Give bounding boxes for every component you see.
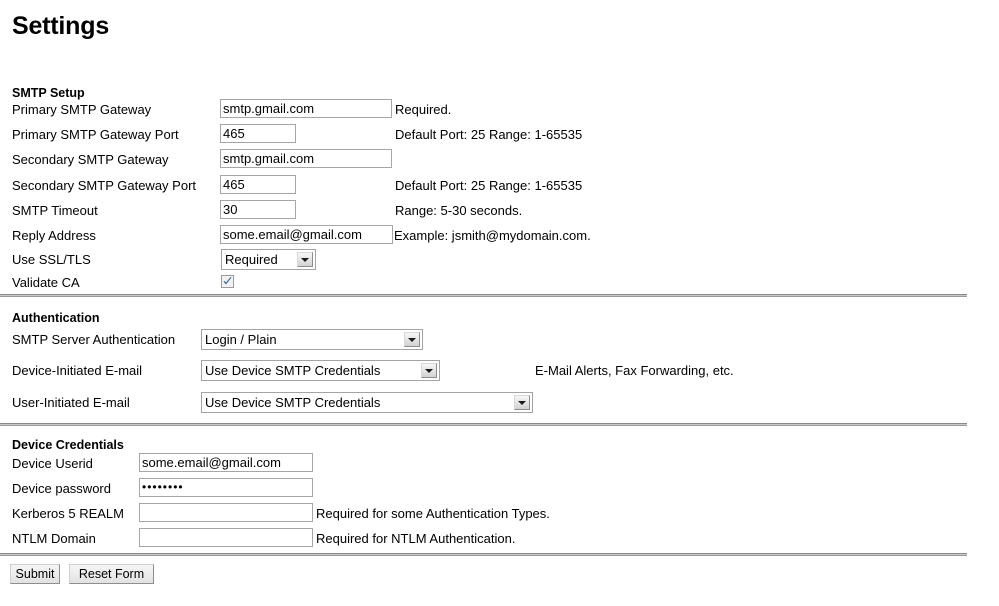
input-device-userid[interactable] <box>139 453 313 472</box>
hint-reply-address: Example: jsmith@mydomain.com. <box>394 228 591 243</box>
settings-page: Settings SMTP Setup Primary SMTP Gateway… <box>0 0 999 606</box>
label-reply-address: Reply Address <box>12 228 96 243</box>
label-primary-smtp-gateway-port: Primary SMTP Gateway Port <box>12 127 179 142</box>
chevron-down-icon[interactable] <box>404 332 420 347</box>
select-smtp-server-authentication[interactable]: Login / Plain <box>201 329 423 350</box>
label-user-initiated-email: User-Initiated E-mail <box>12 395 130 410</box>
label-use-ssl-tls: Use SSL/TLS <box>12 252 91 267</box>
label-secondary-smtp-gateway: Secondary SMTP Gateway <box>12 152 169 167</box>
select-device-initiated-email[interactable]: Use Device SMTP Credentials <box>201 360 440 381</box>
label-secondary-smtp-gateway-port: Secondary SMTP Gateway Port <box>12 178 197 193</box>
hint-device-initiated-email: E-Mail Alerts, Fax Forwarding, etc. <box>535 363 734 378</box>
input-smtp-timeout[interactable] <box>220 200 296 219</box>
label-device-initiated-email: Device-Initiated E-mail <box>12 363 143 378</box>
hint-primary-smtp-gateway-port: Default Port: 25 Range: 1-65535 <box>395 127 583 142</box>
section-heading-device-credentials: Device Credentials <box>12 438 124 452</box>
hint-kerberos-5-realm: Required for some Authentication Types. <box>316 506 550 521</box>
submit-button[interactable]: Submit <box>10 564 60 584</box>
input-ntlm-domain[interactable] <box>139 528 313 547</box>
select-device-initiated-email-value: Use Device SMTP Credentials <box>205 363 381 378</box>
divider-smtp-authentication <box>0 294 967 297</box>
chevron-down-icon[interactable] <box>297 252 313 267</box>
section-heading-authentication: Authentication <box>12 311 100 325</box>
divider-form-actions <box>0 553 967 556</box>
select-user-initiated-email-value: Use Device SMTP Credentials <box>205 395 381 410</box>
label-device-userid: Device Userid <box>12 456 93 471</box>
section-heading-smtp-setup: SMTP Setup <box>12 86 85 100</box>
checkbox-validate-ca[interactable] <box>221 275 234 288</box>
input-kerberos-5-realm[interactable] <box>139 503 313 522</box>
label-kerberos-5-realm: Kerberos 5 REALM <box>12 506 124 521</box>
input-primary-smtp-gateway[interactable] <box>220 99 392 118</box>
check-icon <box>223 277 232 285</box>
chevron-down-icon[interactable] <box>421 363 437 378</box>
label-smtp-timeout: SMTP Timeout <box>12 203 98 218</box>
input-secondary-smtp-gateway[interactable] <box>220 149 392 168</box>
select-use-ssl-tls[interactable]: Required <box>221 249 316 270</box>
input-primary-smtp-gateway-port[interactable] <box>220 124 296 143</box>
input-device-password[interactable]: •••••••• <box>139 478 313 497</box>
label-ntlm-domain: NTLM Domain <box>12 531 96 546</box>
select-user-initiated-email[interactable]: Use Device SMTP Credentials <box>201 392 533 413</box>
reset-form-button[interactable]: Reset Form <box>69 564 154 584</box>
select-smtp-server-authentication-value: Login / Plain <box>205 332 277 347</box>
hint-smtp-timeout: Range: 5-30 seconds. <box>395 203 523 218</box>
label-device-password: Device password <box>12 481 111 496</box>
label-validate-ca: Validate CA <box>12 275 80 290</box>
chevron-down-icon[interactable] <box>514 395 530 410</box>
page-title: Settings <box>12 12 110 40</box>
input-secondary-smtp-gateway-port[interactable] <box>220 175 296 194</box>
select-use-ssl-tls-value: Required <box>225 252 278 267</box>
divider-authentication-credentials <box>0 423 967 426</box>
label-primary-smtp-gateway: Primary SMTP Gateway <box>12 102 152 117</box>
label-smtp-server-authentication: SMTP Server Authentication <box>12 332 176 347</box>
input-reply-address[interactable] <box>220 225 393 244</box>
hint-secondary-smtp-gateway-port: Default Port: 25 Range: 1-65535 <box>395 178 583 193</box>
hint-primary-smtp-gateway: Required. <box>395 102 452 117</box>
hint-ntlm-domain: Required for NTLM Authentication. <box>316 531 516 546</box>
